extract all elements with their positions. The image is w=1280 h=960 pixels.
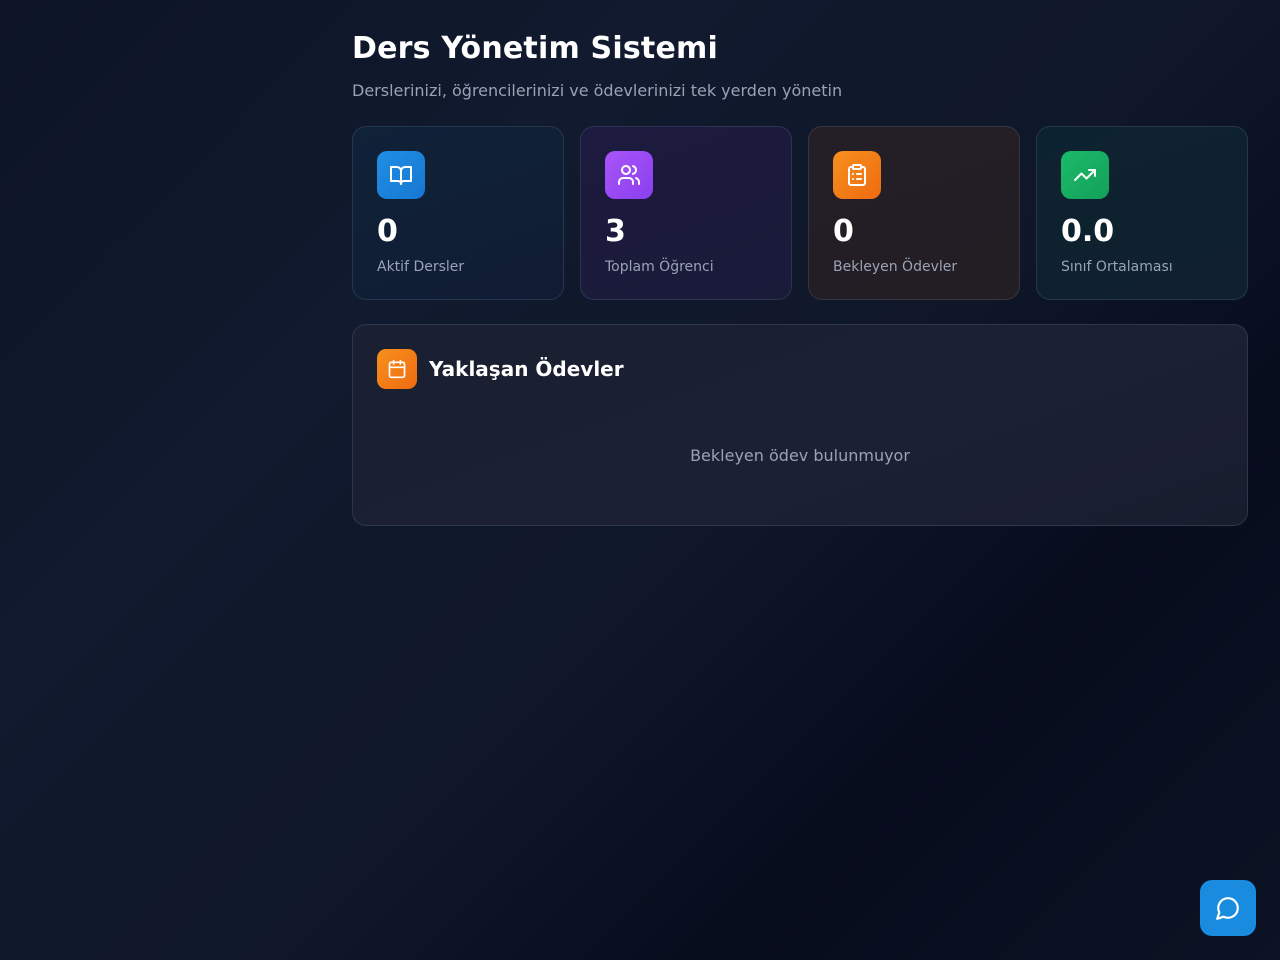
panel-title: Yaklaşan Ödevler: [429, 357, 624, 381]
stat-label: Toplam Öğrenci: [605, 259, 714, 275]
stat-card-pending-assignments[interactable]: 0 Bekleyen Ödevler: [808, 126, 1020, 300]
stat-value: 3: [605, 214, 626, 249]
message-circle-icon: [1215, 895, 1241, 921]
book-open-icon: [377, 151, 425, 199]
users-icon: [605, 151, 653, 199]
stat-value: 0: [377, 214, 398, 249]
stat-label: Aktif Dersler: [377, 259, 465, 275]
stats-row: 0 Aktif Dersler 3 Toplam Öğrenci 0 Bekle…: [352, 126, 1248, 300]
stat-label: Bekleyen Ödevler: [833, 259, 958, 275]
clipboard-list-icon: [833, 151, 881, 199]
stat-card-total-students[interactable]: 3 Toplam Öğrenci: [580, 126, 792, 300]
chat-button[interactable]: [1200, 880, 1256, 936]
upcoming-assignments-panel: Yaklaşan Ödevler Bekleyen ödev bulunmuyo…: [352, 324, 1248, 526]
panel-header: Yaklaşan Ödevler: [377, 349, 1223, 389]
calendar-icon: [377, 349, 417, 389]
stat-value: 0.0: [1061, 214, 1115, 249]
stat-label: Sınıf Ortalaması: [1061, 259, 1173, 275]
main-content: Ders Yönetim Sistemi Derslerinizi, öğren…: [352, 30, 1248, 526]
stat-card-active-courses[interactable]: 0 Aktif Dersler: [352, 126, 564, 300]
page-title: Ders Yönetim Sistemi: [352, 31, 718, 66]
stat-card-class-average[interactable]: 0.0 Sınıf Ortalaması: [1036, 126, 1248, 300]
empty-state-message: Bekleyen ödev bulunmuyor: [690, 446, 910, 465]
trending-up-icon: [1061, 151, 1109, 199]
page-subtitle: Derslerinizi, öğrencilerinizi ve ödevler…: [352, 81, 843, 100]
stat-value: 0: [833, 214, 854, 249]
